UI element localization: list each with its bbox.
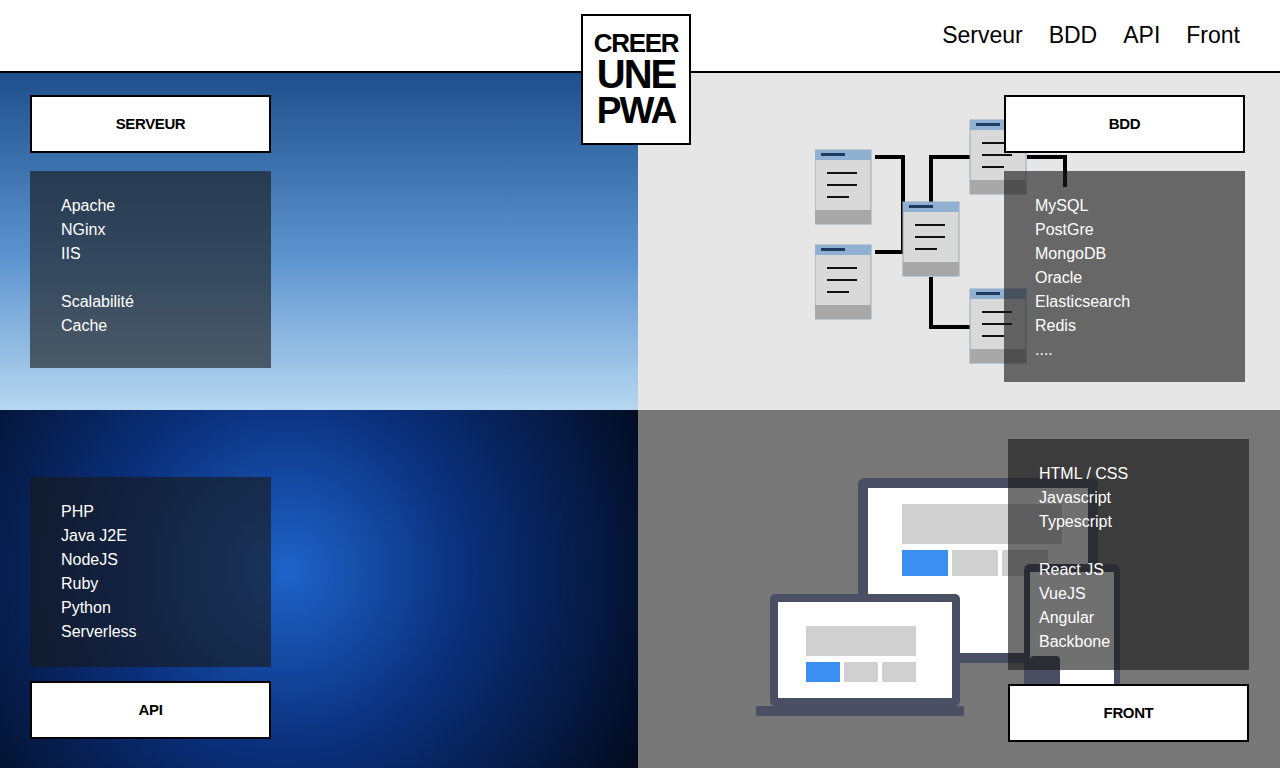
serveur-section: SERVEUR ApacheNGinxIIS ScalabilitéCache bbox=[0, 73, 638, 410]
tech-item: Redis bbox=[1035, 314, 1214, 338]
tech-item: Serverless bbox=[61, 620, 240, 644]
tech-item: PHP bbox=[61, 500, 240, 524]
tech-group: MySQLPostGreMongoDBOracleElasticsearchRe… bbox=[1035, 194, 1214, 362]
section-title: BDD bbox=[1004, 95, 1245, 153]
tech-group: React JSVueJSAngularBackbone bbox=[1039, 558, 1218, 654]
logo[interactable]: CREERUNEPWA bbox=[581, 14, 691, 145]
tech-item: VueJS bbox=[1039, 582, 1218, 606]
tech-item: Java J2E bbox=[61, 524, 240, 548]
tech-item: Oracle bbox=[1035, 266, 1214, 290]
tech-item: React JS bbox=[1039, 558, 1218, 582]
front-section: HTML / CSSJavascriptTypescript React JSVu… bbox=[638, 410, 1280, 768]
section-title: API bbox=[30, 681, 271, 739]
tech-group: ScalabilitéCache bbox=[61, 290, 240, 338]
tech-group: PHPJava J2ENodeJSRubyPythonServerless bbox=[61, 500, 240, 644]
tech-item: Ruby bbox=[61, 572, 240, 596]
tech-item: Angular bbox=[1039, 606, 1218, 630]
tech-item: Elasticsearch bbox=[1035, 290, 1214, 314]
nav-link[interactable]: Front bbox=[1186, 18, 1240, 53]
nav-link[interactable]: API bbox=[1123, 18, 1160, 53]
nav-link[interactable]: Serveur bbox=[942, 18, 1023, 53]
tech-list: PHPJava J2ENodeJSRubyPythonServerless bbox=[30, 477, 271, 667]
nav-link[interactable]: BDD bbox=[1049, 18, 1098, 53]
grid: SERVEUR ApacheNGinxIIS ScalabilitéCache BDD… bbox=[0, 73, 1280, 768]
tech-group: HTML / CSSJavascriptTypescript bbox=[1039, 462, 1218, 534]
tech-item: NGinx bbox=[61, 218, 240, 242]
section-title: SERVEUR bbox=[30, 95, 271, 153]
tech-item: Javascript bbox=[1039, 486, 1218, 510]
tech-item: Typescript bbox=[1039, 510, 1218, 534]
tech-list: ApacheNGinxIIS ScalabilitéCache bbox=[30, 171, 271, 368]
tech-item: Python bbox=[61, 596, 240, 620]
nav: Serveur BDD API Front bbox=[942, 18, 1240, 53]
tech-item: MongoDB bbox=[1035, 242, 1214, 266]
tech-item: MySQL bbox=[1035, 194, 1214, 218]
tech-item: Scalabilité bbox=[61, 290, 240, 314]
bdd-section: BDD MySQLPostGreMongoDBOracleElasticsearc… bbox=[638, 73, 1280, 410]
tech-group: ApacheNGinxIIS bbox=[61, 194, 240, 266]
tech-item: Backbone bbox=[1039, 630, 1218, 654]
tech-item: .... bbox=[1035, 338, 1214, 362]
tech-item: PostGre bbox=[1035, 218, 1214, 242]
tech-list: MySQLPostGreMongoDBOracleElasticsearchRe… bbox=[1004, 171, 1245, 382]
tech-item: NodeJS bbox=[61, 548, 240, 572]
page: Serveur BDD API Front CREERUNEPWA SERVEUR Apac… bbox=[0, 0, 1280, 768]
tech-item: HTML / CSS bbox=[1039, 462, 1218, 486]
tech-item: Apache bbox=[61, 194, 240, 218]
api-section: PHPJava J2ENodeJSRubyPythonServerless API bbox=[0, 410, 638, 768]
tech-list: HTML / CSSJavascriptTypescript React JSVu… bbox=[1008, 439, 1249, 670]
tech-item: Cache bbox=[61, 314, 240, 338]
tech-item: IIS bbox=[61, 242, 240, 266]
section-title: FRONT bbox=[1008, 684, 1249, 742]
